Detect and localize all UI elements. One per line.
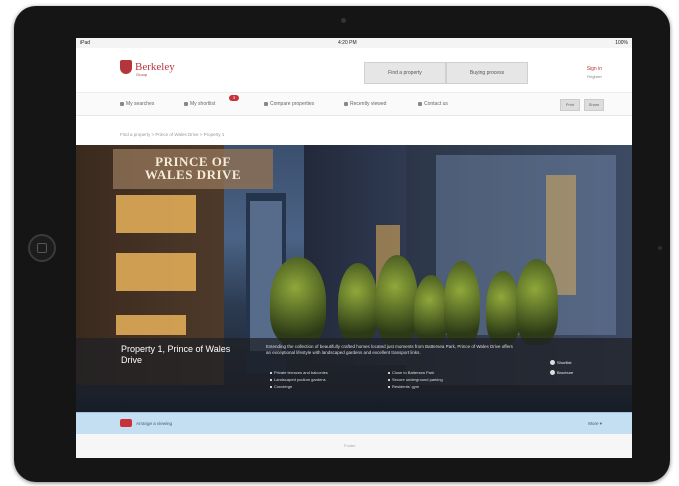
nav-label: Compare properties <box>270 101 315 107</box>
lit-windows <box>116 253 196 291</box>
brand-logo[interactable]: Berkeley Group <box>120 60 175 77</box>
brochure-button[interactable]: Brochure <box>550 370 573 375</box>
nav-recently-viewed[interactable]: Recently viewed <box>344 101 386 107</box>
lit-windows <box>116 315 186 335</box>
site-header: Berkeley Group Find a property Buying pr… <box>76 48 632 93</box>
nav-label: My searches <box>126 101 155 107</box>
nav-compare[interactable]: Compare properties <box>264 101 314 107</box>
property-title: Property 1, Prince of Wales Drive <box>121 344 231 365</box>
tree <box>444 261 480 345</box>
compare-icon <box>264 102 268 106</box>
home-button[interactable] <box>28 234 56 262</box>
print-button[interactable]: Print <box>560 99 580 111</box>
feature-item: Close to Battersea Park <box>388 370 434 375</box>
breadcrumb-area: Find a property > Prince of Wales Drive … <box>76 116 632 147</box>
nav-bar: My searches My shortlist 3 Compare prope… <box>76 93 632 116</box>
feature-item: Landscaped podium gardens <box>270 377 326 382</box>
calendar-icon[interactable] <box>120 419 132 427</box>
more-dropdown[interactable]: More ▾ <box>588 421 602 427</box>
property-description: Extending the collection of beautifully … <box>266 344 513 355</box>
sensor-dot <box>658 246 662 250</box>
nav-contact[interactable]: Contact us <box>418 101 448 107</box>
tree <box>414 275 448 345</box>
crest-icon <box>120 60 132 74</box>
feature-item: Private terraces and balconies <box>270 370 328 375</box>
signin-link[interactable]: Sign in <box>587 66 602 72</box>
share-button[interactable]: Share <box>584 99 604 111</box>
search-icon <box>120 102 124 106</box>
tree <box>270 257 326 345</box>
tab-buying-process[interactable]: Buying process <box>446 62 528 84</box>
tree <box>376 255 418 345</box>
nav-label: Recently viewed <box>350 101 387 107</box>
header-tabs: Find a property Buying process <box>364 62 528 84</box>
nav-my-shortlist[interactable]: My shortlist <box>184 101 215 107</box>
tree <box>338 263 378 343</box>
tree <box>486 271 520 345</box>
development-title: PRINCE OF WALES DRIVE <box>113 149 273 189</box>
feature-item: Secure underground parking <box>388 377 443 382</box>
feature-item: Concierge <box>270 384 292 389</box>
screen: iPad 4:20 PM 100% Berkeley Group Find a … <box>76 38 632 458</box>
download-icon <box>550 370 555 375</box>
tree <box>516 259 558 345</box>
property-info-panel: Property 1, Prince of Wales Drive Extend… <box>76 338 632 393</box>
brand-name: Berkeley <box>135 60 175 73</box>
camera-icon <box>341 18 346 23</box>
breadcrumb[interactable]: Find a property > Prince of Wales Drive … <box>120 132 224 137</box>
arrange-viewing-link[interactable]: Arrange a viewing <box>136 421 172 426</box>
nav-my-searches[interactable]: My searches <box>120 101 154 107</box>
viewing-bar: Arrange a viewing More ▾ <box>76 412 632 435</box>
title-line: WALES DRIVE <box>144 167 242 182</box>
action-label: Shortlist <box>557 360 572 365</box>
battery-label: 100% <box>615 40 628 46</box>
register-link[interactable]: Register <box>587 74 602 79</box>
carrier-label: iPad <box>80 40 91 46</box>
hero-image: PRINCE OF WALES DRIVE Property 1, Prince… <box>76 145 632 412</box>
footer-text: Footer <box>344 443 356 448</box>
status-bar: iPad 4:20 PM 100% <box>76 38 632 48</box>
clock: 4:20 PM <box>338 40 357 46</box>
tab-find-property[interactable]: Find a property <box>364 62 446 84</box>
lit-windows <box>116 195 196 233</box>
clock-icon <box>344 102 348 106</box>
nav-label: Contact us <box>424 101 448 107</box>
footer: Footer <box>76 434 632 458</box>
star-icon <box>184 102 188 106</box>
shortlist-badge: 3 <box>229 95 239 101</box>
brand-sub: Group <box>136 72 148 77</box>
phone-icon <box>418 102 422 106</box>
shortlist-button[interactable]: Shortlist <box>550 360 571 365</box>
nav-label: My shortlist <box>190 101 216 107</box>
action-label: Brochure <box>557 370 574 375</box>
star-icon <box>550 360 555 365</box>
feature-item: Residents' gym <box>388 384 419 389</box>
